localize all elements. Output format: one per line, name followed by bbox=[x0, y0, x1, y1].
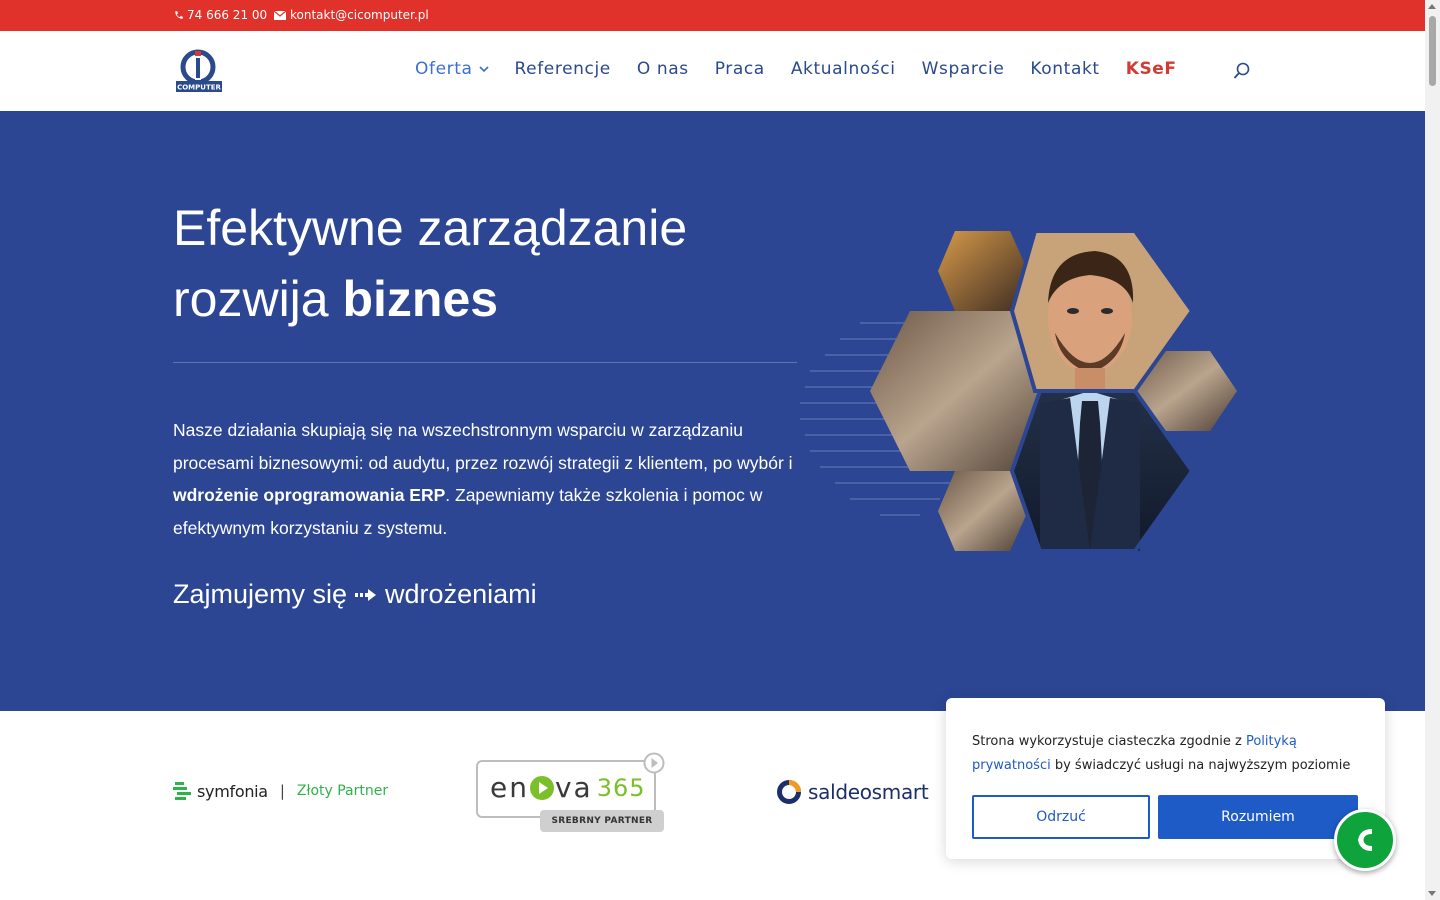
reject-cookies-button[interactable]: Odrzuć bbox=[972, 795, 1150, 839]
symfonia-partner-logo[interactable]: symfonia | Złoty Partner bbox=[173, 781, 388, 801]
cookie-text-before: Strona wykorzystuje ciasteczka zgodnie z bbox=[972, 734, 1242, 749]
main-nav: Oferta Referencje O nas Praca Aktualnośc… bbox=[415, 59, 1203, 79]
hero-illustration bbox=[800, 229, 1237, 553]
enova-name-end: va bbox=[554, 771, 593, 804]
scrollbar-thumb[interactable] bbox=[1429, 16, 1436, 86]
enova-name-start: en bbox=[490, 771, 529, 804]
play-circle-icon bbox=[529, 775, 554, 800]
play-badge-icon bbox=[643, 752, 665, 774]
symfonia-level: Złoty Partner bbox=[296, 783, 389, 799]
enova-number: 365 bbox=[596, 773, 646, 802]
search-icon[interactable] bbox=[1233, 62, 1251, 80]
phone-icon bbox=[175, 11, 183, 19]
nav-item-referencje[interactable]: Referencje bbox=[515, 59, 611, 79]
phone-call-icon bbox=[1358, 829, 1372, 851]
nav-item-label: Oferta bbox=[415, 59, 473, 79]
scroll-down-arrow-icon[interactable] bbox=[1428, 891, 1436, 896]
hero-title: Efektywne zarządzanie rozwija biznes bbox=[173, 193, 813, 335]
hero-description: Nasze działania skupiają się na wszechst… bbox=[173, 414, 813, 544]
hero-divider bbox=[173, 362, 797, 363]
accept-cookies-button[interactable]: Rozumiem bbox=[1158, 795, 1358, 839]
nav-item-ksef[interactable]: KSeF bbox=[1126, 59, 1177, 79]
hero-section: Efektywne zarządzanie rozwija biznes Nas… bbox=[0, 111, 1425, 711]
tagline-suffix[interactable]: wdrożeniami bbox=[385, 579, 537, 610]
topbar-email[interactable]: kontakt@cicomputer.pl bbox=[274, 8, 429, 22]
symfonia-separator: | bbox=[279, 782, 285, 800]
saldeo-ring-icon bbox=[777, 780, 801, 804]
topbar-email-text: kontakt@cicomputer.pl bbox=[290, 8, 429, 22]
logo-text: COMPUTER bbox=[177, 84, 221, 92]
envelope-icon bbox=[274, 10, 286, 20]
saldeo-partner-logo[interactable]: saldeosmart bbox=[776, 779, 929, 805]
nav-item-wsparcie[interactable]: Wsparcie bbox=[922, 59, 1005, 79]
topbar-phone-text: 74 666 21 00 bbox=[187, 8, 268, 22]
site-header: COMPUTER Oferta Referencje O nas Praca A… bbox=[0, 31, 1425, 111]
nav-item-oferta[interactable]: Oferta bbox=[415, 59, 489, 79]
nav-item-praca[interactable]: Praca bbox=[715, 59, 765, 79]
tagline-prefix: Zajmujemy się bbox=[173, 579, 348, 609]
enova-level: SREBRNY PARTNER bbox=[540, 810, 664, 832]
cookie-message: Strona wykorzystuje ciasteczka zgodnie z… bbox=[972, 730, 1364, 778]
nav-item-aktualnosci[interactable]: Aktualności bbox=[791, 59, 896, 79]
hero-title-line1: Efektywne zarządzanie bbox=[173, 200, 688, 256]
hero-description-bold: wdrożenie oprogramowania ERP bbox=[173, 485, 446, 505]
arrow-right-icon bbox=[355, 588, 377, 601]
enova-partner-logo[interactable]: en va 365 SREBRNY PARTNER bbox=[476, 752, 666, 832]
call-button[interactable] bbox=[1334, 809, 1396, 871]
nav-item-kontakt[interactable]: Kontakt bbox=[1030, 59, 1099, 79]
hero-title-line2-prefix: rozwija bbox=[173, 271, 329, 327]
page-scrollbar[interactable] bbox=[1425, 0, 1440, 900]
company-logo[interactable]: COMPUTER bbox=[176, 48, 222, 94]
cookie-text-after: by świadczyć usługi na najwyższym poziom… bbox=[1054, 758, 1351, 773]
enova-wordmark: en va 365 bbox=[490, 771, 646, 804]
symfonia-name: symfonia bbox=[197, 781, 268, 801]
saldeo-name: saldeosmart bbox=[808, 780, 929, 804]
chevron-down-icon bbox=[478, 65, 489, 72]
topbar-phone[interactable]: 74 666 21 00 bbox=[174, 8, 267, 22]
symfonia-icon bbox=[173, 782, 191, 800]
nav-item-o-nas[interactable]: O nas bbox=[637, 59, 689, 79]
hero-tagline: Zajmujemy się wdrożeniami bbox=[173, 579, 537, 610]
hero-description-part1: Nasze działania skupiają się na wszechst… bbox=[173, 420, 793, 473]
scroll-up-arrow-icon[interactable] bbox=[1428, 4, 1436, 9]
top-contact-bar: 74 666 21 00 kontakt@cicomputer.pl bbox=[0, 0, 1425, 31]
cookie-consent-popup: Strona wykorzystuje ciasteczka zgodnie z… bbox=[946, 698, 1385, 859]
hero-title-bold: biznes bbox=[342, 271, 499, 327]
